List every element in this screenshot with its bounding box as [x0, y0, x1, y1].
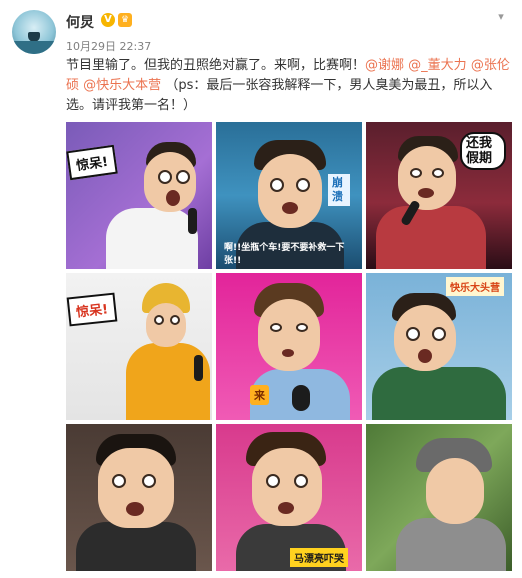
image-figure-eye	[296, 323, 308, 332]
image-figure-mouth	[282, 202, 298, 214]
image-figure-face	[258, 154, 322, 228]
mention-link[interactable]: @快乐大本营	[83, 78, 161, 93]
image-figure-eye	[270, 323, 282, 332]
image-figure-face	[98, 448, 174, 528]
image-figure-eye	[170, 315, 180, 325]
image-figure-body	[376, 206, 486, 269]
image-figure-mouth	[418, 188, 434, 198]
image-figure-face	[398, 146, 456, 210]
weibo-post-card: 何炅 V ♛ ▾ 10月29日 22:37 节目里输了。但我的丑照绝对赢了。来啊…	[0, 0, 522, 578]
image-figure-eye	[176, 170, 190, 184]
image-caption-text: 啊!!坐瓶个车!要不要补救一下 张!!	[224, 243, 345, 266]
image-figure-eye	[406, 327, 420, 341]
avatar-water-shape	[12, 41, 56, 54]
image-thumbnail[interactable]: 快乐大头营	[366, 273, 512, 420]
image-thumbnail[interactable]	[366, 424, 512, 571]
mention-link[interactable]: @谢娜	[365, 58, 404, 73]
image-microphone	[188, 208, 197, 234]
crown-icon[interactable]: ♛	[118, 13, 132, 27]
image-figure-eye	[432, 327, 446, 341]
image-figure-mouth	[282, 349, 294, 357]
image-figure-face	[146, 303, 186, 347]
image-figure-eye	[158, 170, 172, 184]
image-microphone	[194, 355, 203, 381]
image-text-tag: 马漂亮吓哭	[290, 548, 348, 567]
image-figure-face	[258, 299, 320, 371]
image-thumbnail[interactable]: 惊呆!	[66, 122, 212, 269]
verified-v-icon[interactable]: V	[101, 13, 115, 27]
image-thumbnail[interactable]: 马漂亮吓哭	[216, 424, 362, 571]
image-figure-face	[252, 448, 322, 526]
image-figure-body	[106, 208, 198, 269]
image-text-tag: 还我假期	[460, 132, 506, 170]
post-timestamp[interactable]: 10月29日 22:37	[66, 38, 151, 54]
image-thumbnail[interactable]: 惊呆!	[66, 273, 212, 420]
image-thumbnail[interactable]: 来	[216, 273, 362, 420]
image-figure-eye	[294, 474, 308, 488]
image-text-tag: 来	[250, 385, 269, 405]
image-figure-eye	[154, 315, 164, 325]
image-figure-body	[76, 522, 196, 571]
post-text-lead: 节目里输了。但我的丑照绝对赢了。来啊，比赛啊！	[66, 58, 366, 73]
image-figure-eye	[270, 178, 284, 192]
image-figure-mouth	[126, 502, 144, 516]
image-figure-eye	[112, 474, 126, 488]
image-figure-face	[426, 458, 484, 524]
image-microphone	[292, 385, 310, 411]
avatar[interactable]	[12, 10, 56, 54]
image-figure-eye	[432, 168, 444, 178]
image-figure-eye	[266, 474, 280, 488]
image-thumbnail[interactable]: 还我假期	[366, 122, 512, 269]
image-text-bubble: 惊呆!	[66, 144, 118, 181]
image-figure-eye	[142, 474, 156, 488]
image-thumbnail[interactable]: 崩溃 啊!!坐瓶个车!要不要补救一下 张!!	[216, 122, 362, 269]
image-text-tag: 快乐大头营	[446, 277, 504, 296]
image-grid: 惊呆! 崩溃 啊!!坐瓶个车!要不要补救一下 张!! 还我假期 惊呆! 来 快乐…	[66, 122, 514, 572]
post-text: 节目里输了。但我的丑照绝对赢了。来啊，比赛啊！@谢娜 @_董大力 @张伦硕 @快…	[66, 56, 510, 116]
image-figure-mouth	[166, 190, 180, 206]
image-figure-mouth	[418, 349, 432, 363]
image-text-bubble: 惊呆!	[66, 292, 118, 327]
chevron-down-icon[interactable]: ▾	[494, 10, 508, 24]
image-figure-body	[396, 518, 506, 571]
image-thumbnail[interactable]	[66, 424, 212, 571]
image-figure-eye	[296, 178, 310, 192]
image-text-tag: 崩溃	[328, 174, 350, 206]
image-figure-eye	[410, 168, 422, 178]
image-figure-body	[372, 367, 506, 420]
mention-link[interactable]: @_董大力	[408, 58, 467, 73]
author-name[interactable]: 何炅	[66, 12, 94, 32]
image-figure-mouth	[278, 502, 294, 514]
